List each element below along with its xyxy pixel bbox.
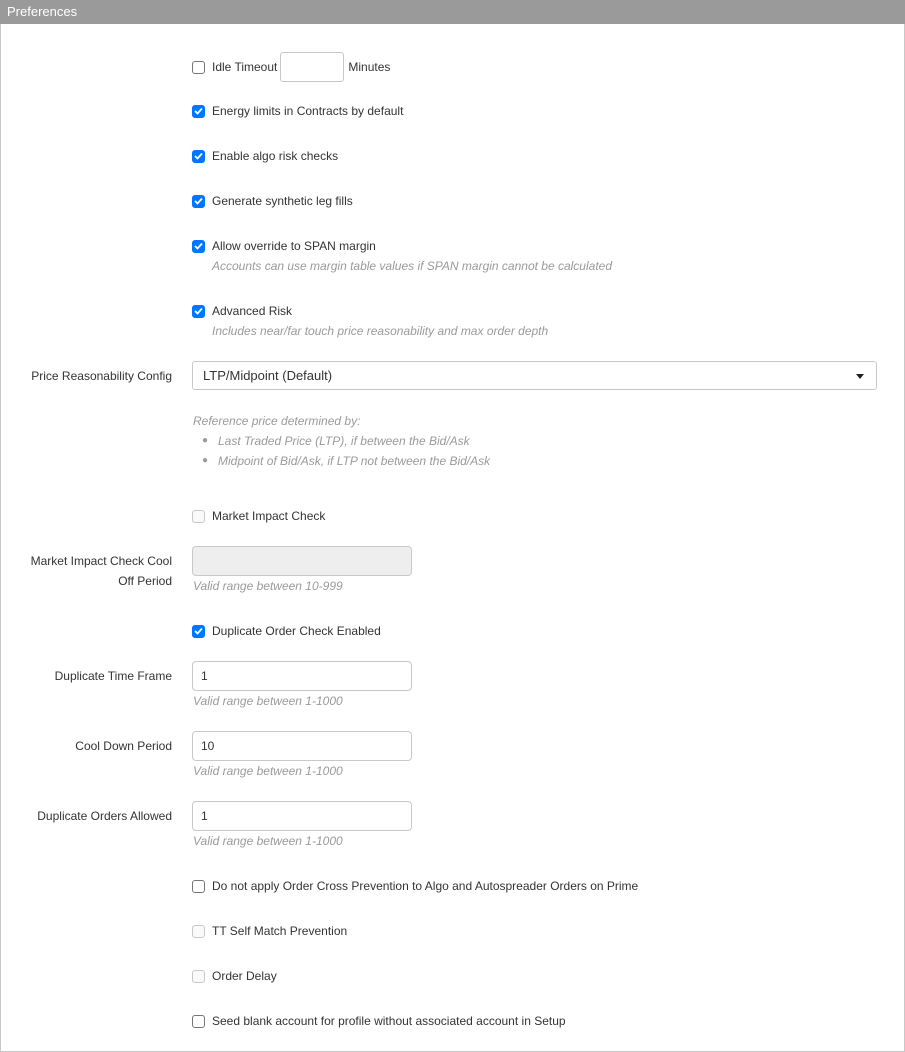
idle-timeout-unit: Minutes xyxy=(348,60,391,74)
market-impact-cool-off-input[interactable] xyxy=(192,546,412,576)
span-override-checkbox[interactable] xyxy=(192,239,205,253)
cross-prevention-checkbox[interactable] xyxy=(192,879,205,893)
duplicate-check-checkbox[interactable] xyxy=(192,624,205,638)
algo-risk-row: Enable algo risk checks xyxy=(192,148,338,164)
price-reasonability-value: LTP/Midpoint (Default) xyxy=(203,368,333,383)
synthetic-leg-label: Generate synthetic leg fills xyxy=(212,194,353,208)
market-impact-cool-off-label: Off Period xyxy=(118,574,172,588)
duplicate-time-frame-help: Valid range between 1-1000 xyxy=(193,694,343,708)
duplicate-check-label: Duplicate Order Check Enabled xyxy=(212,624,381,638)
self-match-row: TT Self Match Prevention xyxy=(192,923,347,939)
seed-blank-row: Seed blank account for profile without a… xyxy=(192,1013,566,1029)
idle-timeout-input[interactable] xyxy=(280,52,345,82)
cool-down-period-label: Cool Down Period xyxy=(75,739,172,753)
market-impact-cool-off-label: Market Impact Check Cool xyxy=(30,554,172,568)
idle-timeout-row: Idle Timeout Minutes xyxy=(192,52,390,82)
advanced-risk-help: Includes near/far touch price reasonabil… xyxy=(212,324,549,338)
order-delay-row: Order Delay xyxy=(192,968,277,984)
duplicate-orders-allowed-input[interactable]: 1 xyxy=(192,801,412,831)
order-delay-checkbox[interactable] xyxy=(192,969,205,983)
duplicate-orders-allowed-label: Duplicate Orders Allowed xyxy=(37,809,172,823)
bullet-icon: ● xyxy=(202,435,209,446)
span-override-help: Accounts can use margin table values if … xyxy=(212,259,612,273)
seed-blank-label: Seed blank account for profile without a… xyxy=(212,1014,566,1028)
self-match-checkbox[interactable] xyxy=(192,924,205,938)
duplicate-orders-allowed-help: Valid range between 1-1000 xyxy=(193,834,343,848)
duplicate-time-frame-label: Duplicate Time Frame xyxy=(54,669,172,683)
price-reasonability-select[interactable]: LTP/Midpoint (Default) xyxy=(192,361,877,390)
energy-limits-row: Energy limits in Contracts by default xyxy=(192,103,403,119)
self-match-label: TT Self Match Prevention xyxy=(212,924,348,938)
cool-down-period-input[interactable]: 10 xyxy=(192,731,412,761)
algo-risk-label: Enable algo risk checks xyxy=(212,149,339,163)
idle-timeout-checkbox[interactable] xyxy=(192,60,205,74)
energy-limits-checkbox[interactable] xyxy=(192,104,205,118)
price-reasonability-label: Price Reasonability Config xyxy=(31,369,172,383)
synthetic-leg-checkbox[interactable] xyxy=(192,194,205,208)
span-override-row: Allow override to SPAN margin xyxy=(192,238,376,254)
span-override-label: Allow override to SPAN margin xyxy=(212,239,376,253)
caret-down-icon xyxy=(856,374,864,379)
preferences-panel xyxy=(0,0,905,1052)
market-impact-label: Market Impact Check xyxy=(212,509,326,523)
market-impact-row: Market Impact Check xyxy=(192,508,325,524)
synthetic-leg-row: Generate synthetic leg fills xyxy=(192,193,353,209)
cross-prevention-label: Do not apply Order Cross Prevention to A… xyxy=(212,879,639,893)
bullet-icon: ● xyxy=(202,455,209,466)
reference-price-item: Midpoint of Bid/Ask, if LTP not between … xyxy=(218,454,491,468)
advanced-risk-row: Advanced Risk xyxy=(192,303,292,319)
idle-timeout-label: Idle Timeout xyxy=(212,60,278,74)
market-impact-cool-off-help: Valid range between 10-999 xyxy=(193,579,343,593)
advanced-risk-checkbox[interactable] xyxy=(192,304,205,318)
cross-prevention-row: Do not apply Order Cross Prevention to A… xyxy=(192,878,638,894)
reference-price-item: Last Traded Price (LTP), if between the … xyxy=(218,434,470,448)
energy-limits-label: Energy limits in Contracts by default xyxy=(212,104,404,118)
duplicate-check-row: Duplicate Order Check Enabled xyxy=(192,623,381,639)
duplicate-time-frame-input[interactable]: 1 xyxy=(192,661,412,691)
reference-price-title: Reference price determined by: xyxy=(193,414,361,428)
algo-risk-checkbox[interactable] xyxy=(192,149,205,163)
panel-title: Preferences xyxy=(0,0,905,24)
order-delay-label: Order Delay xyxy=(212,969,277,983)
market-impact-checkbox[interactable] xyxy=(192,509,205,523)
cool-down-period-help: Valid range between 1-1000 xyxy=(193,764,343,778)
advanced-risk-label: Advanced Risk xyxy=(212,304,293,318)
seed-blank-checkbox[interactable] xyxy=(192,1014,205,1028)
